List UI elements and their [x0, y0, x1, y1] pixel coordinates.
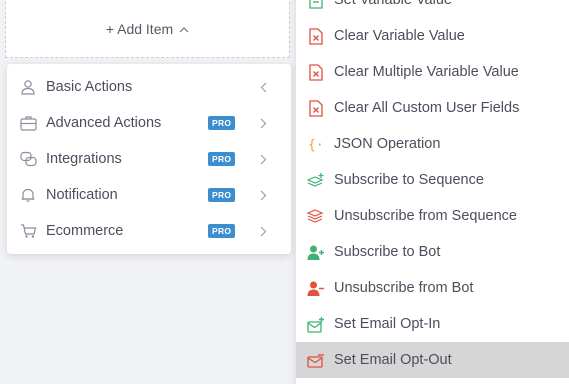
menu-item-set-email-opt-in[interactable]: Set Email Opt-In: [296, 306, 569, 342]
menu-item-advanced-actions[interactable]: Advanced Actions PRO: [7, 105, 291, 141]
subscribe-bot-icon: [307, 243, 325, 261]
clear-multiple-variable-icon: [307, 63, 325, 81]
menu-item-clear-variable-value[interactable]: Clear Variable Value: [296, 18, 569, 54]
menu-item-label: Subscribe to Bot: [334, 244, 441, 260]
unsubscribe-bot-icon: [307, 279, 325, 297]
menu-item-subscribe-to-bot[interactable]: Subscribe to Bot: [296, 234, 569, 270]
pro-badge: PRO: [208, 152, 236, 166]
menu-item-notification[interactable]: Notification PRO: [7, 177, 291, 213]
integrations-icon: [19, 150, 37, 168]
pro-badge: PRO: [208, 116, 236, 130]
clear-custom-fields-icon: [307, 99, 325, 117]
email-opt-in-icon: [307, 315, 325, 333]
add-item-button[interactable]: + Add Item: [6, 20, 289, 37]
basic-actions-submenu: Set Variable Value Clear Variable Value …: [296, 0, 569, 384]
menu-item-label: Subscribe to Sequence: [334, 172, 484, 188]
menu-item-label: Clear Multiple Variable Value: [334, 64, 519, 80]
chevron-right-icon: [260, 225, 267, 241]
menu-item-label: Advanced Actions: [46, 115, 162, 131]
action-category-menu: Basic Actions Advanced Actions PRO Integ…: [7, 64, 291, 254]
menu-item-clear-all-custom-user-fields[interactable]: Clear All Custom User Fields: [296, 90, 569, 126]
menu-item-label: Ecommerce: [46, 223, 124, 239]
menu-item-label: Unsubscribe from Sequence: [334, 208, 517, 224]
menu-item-label: Unsubscribe from Bot: [334, 280, 474, 296]
subscribe-sequence-icon: [307, 171, 325, 189]
svg-text:{·}: {·}: [308, 138, 324, 153]
menu-item-basic-actions[interactable]: Basic Actions: [7, 69, 291, 105]
menu-item-set-variable-value[interactable]: Set Variable Value: [296, 0, 569, 18]
menu-item-subscribe-to-sequence[interactable]: Subscribe to Sequence: [296, 162, 569, 198]
menu-item-set-email-opt-out[interactable]: Set Email Opt-Out: [296, 342, 569, 378]
menu-item-label: Clear Variable Value: [334, 28, 465, 44]
menu-item-label: Notification: [46, 187, 118, 203]
menu-item-unsubscribe-from-bot[interactable]: Unsubscribe from Bot: [296, 270, 569, 306]
menu-item-ecommerce[interactable]: Ecommerce PRO: [7, 213, 291, 249]
menu-item-label: Basic Actions: [46, 79, 133, 95]
shopping-cart-icon: [19, 222, 37, 240]
email-opt-out-icon: [307, 351, 325, 369]
unsubscribe-sequence-icon: [307, 207, 325, 225]
menu-item-unsubscribe-from-sequence[interactable]: Unsubscribe from Sequence: [296, 198, 569, 234]
pro-badge: PRO: [208, 224, 236, 238]
menu-item-json-operation[interactable]: {·} JSON Operation: [296, 126, 569, 162]
menu-item-integrations[interactable]: Integrations PRO: [7, 141, 291, 177]
pro-badge: PRO: [208, 188, 236, 202]
menu-item-label: Set Email Opt-Out: [334, 352, 452, 368]
menu-item-label: Set Email Opt-In: [334, 316, 441, 332]
add-item-card: + Add Item: [5, 0, 290, 58]
json-braces-icon: {·}: [307, 135, 325, 153]
chevron-right-icon: [260, 117, 267, 133]
chevron-up-icon: [179, 20, 189, 36]
chevron-right-icon: [260, 153, 267, 169]
add-item-label: + Add Item: [105, 21, 174, 37]
briefcase-icon: [19, 114, 37, 132]
menu-item-label: Integrations: [46, 151, 122, 167]
clear-variable-icon: [307, 27, 325, 45]
bell-icon: [19, 186, 37, 204]
set-variable-icon: [307, 0, 325, 9]
menu-item-label: JSON Operation: [334, 136, 441, 152]
menu-item-label: Clear All Custom User Fields: [334, 100, 520, 116]
menu-item-label: Set Variable Value: [334, 0, 452, 8]
menu-item-clear-multiple-variable-value[interactable]: Clear Multiple Variable Value: [296, 54, 569, 90]
user-icon: [19, 78, 37, 96]
chevron-right-icon: [260, 189, 267, 205]
chevron-left-icon: [260, 81, 267, 97]
